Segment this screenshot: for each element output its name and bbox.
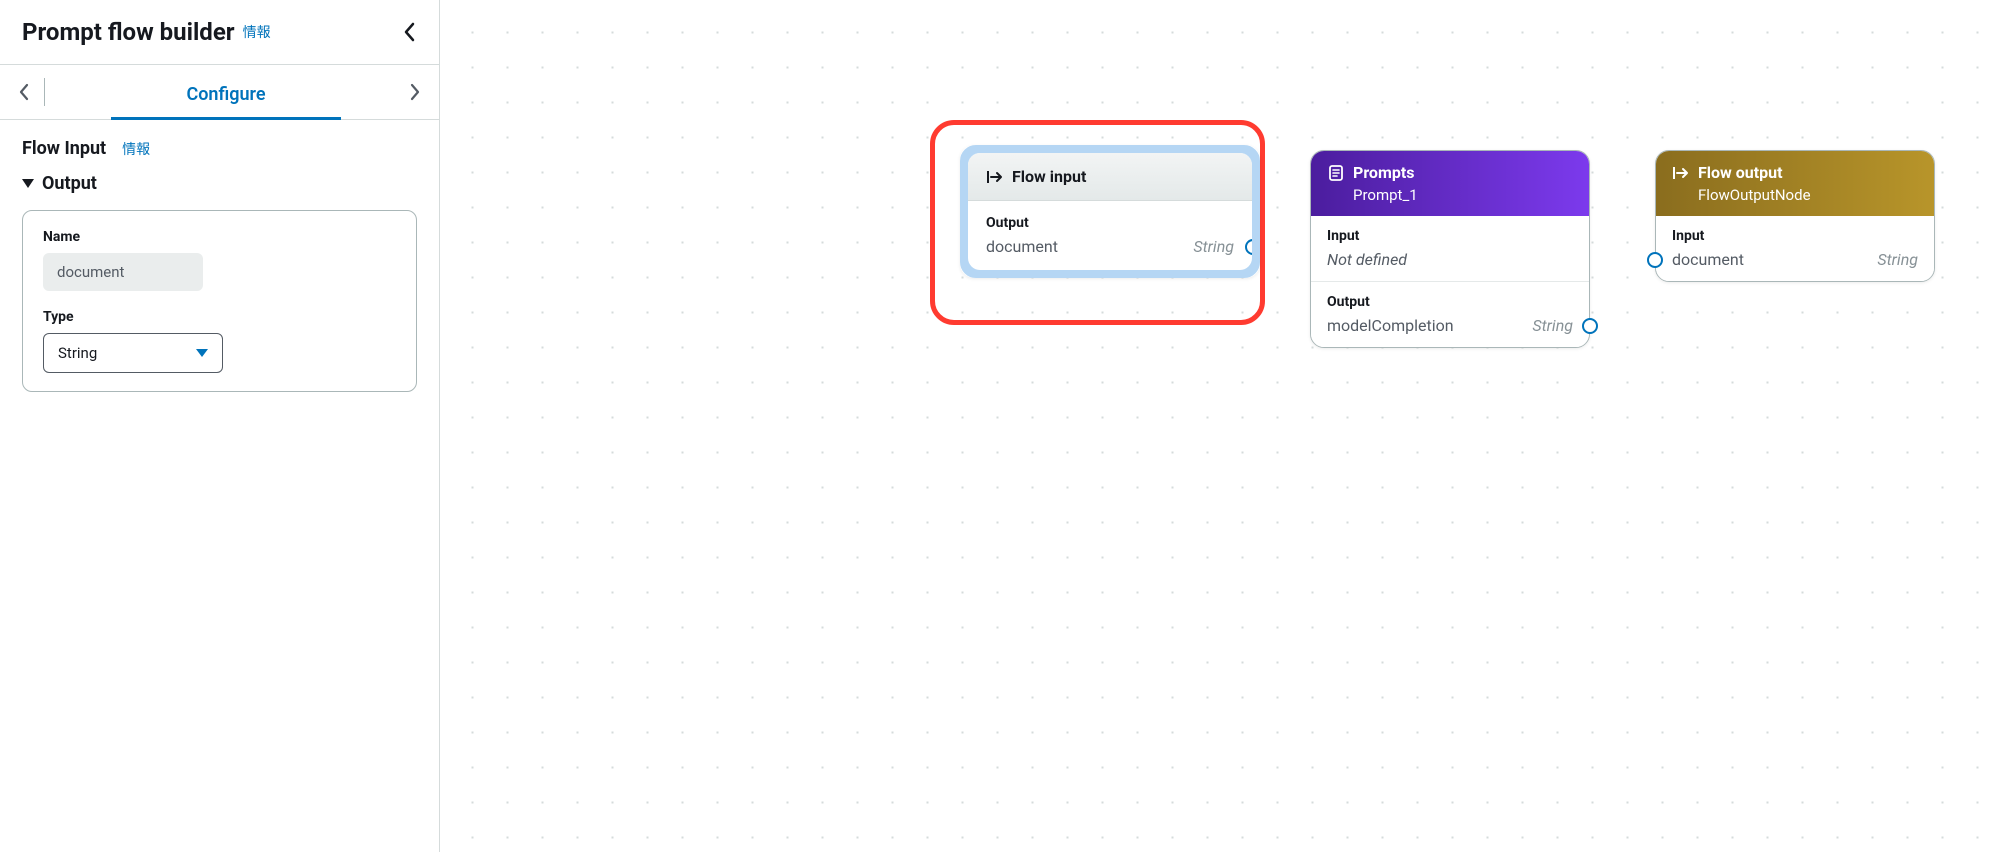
tab-bar: Configure	[0, 65, 439, 120]
configure-panel: Flow Input 情報 Output Name document Type …	[0, 120, 439, 410]
section-title: Flow Input	[22, 138, 106, 159]
output-card: Name document Type String	[22, 210, 417, 392]
flow-output-icon	[1672, 165, 1690, 181]
type-select-value: String	[58, 344, 97, 362]
sidebar: Prompt flow builder 情報 Configure Flow In…	[0, 0, 440, 852]
node-flow-input[interactable]: Flow input Output document String	[960, 145, 1260, 278]
flow-input-icon	[986, 169, 1004, 185]
node-flow-input-output-name: document	[986, 237, 1058, 256]
name-field: document	[43, 253, 203, 291]
chevron-down-icon	[22, 179, 34, 188]
sidebar-title: Prompt flow builder	[22, 18, 235, 46]
section-info-link[interactable]: 情報	[122, 139, 150, 159]
node-prompts-title: Prompts	[1353, 163, 1414, 182]
node-prompts-subtitle: Prompt_1	[1327, 186, 1573, 204]
node-flow-output-input-name: document	[1672, 250, 1744, 269]
node-flow-output-header[interactable]: Flow output FlowOutputNode	[1656, 151, 1934, 216]
document-icon	[1327, 164, 1345, 182]
sidebar-info-link[interactable]: 情報	[243, 22, 271, 42]
chevron-down-icon	[196, 349, 208, 357]
tab-prev-button[interactable]	[10, 65, 38, 119]
sidebar-header: Prompt flow builder 情報	[0, 0, 439, 65]
node-prompts-input-name: Not defined	[1327, 250, 1407, 269]
type-label: Type	[43, 309, 396, 325]
node-flow-output[interactable]: Flow output FlowOutputNode Input documen…	[1655, 150, 1935, 282]
node-flow-output-input-type: String	[1877, 250, 1918, 269]
node-flow-input-title: Flow input	[1012, 167, 1086, 186]
tab-configure-label: Configure	[186, 84, 265, 105]
section-title-row: Flow Input 情報	[22, 138, 417, 159]
node-prompts-output-section: Output modelCompletion String	[1311, 281, 1589, 347]
tab-next-button[interactable]	[401, 65, 429, 119]
name-label: Name	[43, 229, 396, 245]
node-flow-input-header[interactable]: Flow input	[968, 153, 1252, 201]
node-flow-output-input-section: Input document String	[1656, 216, 1934, 281]
port-input[interactable]	[1647, 252, 1663, 268]
output-expander[interactable]: Output	[22, 173, 417, 194]
node-prompts-output-name: modelCompletion	[1327, 316, 1454, 335]
port-output[interactable]	[1582, 318, 1598, 334]
node-prompts[interactable]: Prompts Prompt_1 Input Not defined Outpu…	[1310, 150, 1590, 348]
collapse-sidebar-button[interactable]	[403, 21, 417, 43]
node-prompts-input-section: Input Not defined	[1311, 216, 1589, 281]
node-prompts-header[interactable]: Prompts Prompt_1	[1311, 151, 1589, 216]
output-expander-label: Output	[42, 173, 97, 194]
node-flow-output-input-label: Input	[1672, 228, 1918, 244]
flow-canvas[interactable]: Flow input Output document String P	[440, 0, 2000, 852]
node-flow-output-subtitle: FlowOutputNode	[1672, 186, 1918, 204]
node-prompts-input-label: Input	[1327, 228, 1573, 244]
node-flow-input-output-type: String	[1193, 237, 1234, 256]
node-prompts-output-label: Output	[1327, 294, 1573, 310]
tab-configure[interactable]: Configure	[51, 66, 401, 119]
port-output[interactable]	[1245, 239, 1252, 255]
tab-active-underline	[111, 117, 341, 120]
node-flow-input-output-label: Output	[986, 215, 1234, 231]
node-prompts-output-type: String	[1532, 316, 1573, 335]
type-select[interactable]: String	[43, 333, 223, 373]
tab-divider	[38, 78, 51, 106]
node-flow-output-title: Flow output	[1698, 163, 1783, 182]
